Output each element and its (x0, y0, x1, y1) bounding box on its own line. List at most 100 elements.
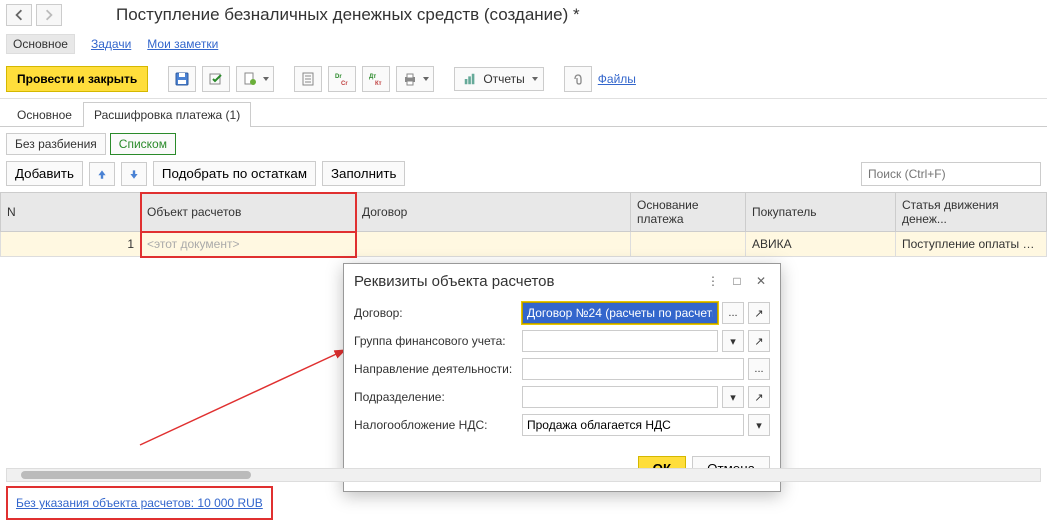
label-contract: Договор: (354, 306, 518, 320)
department-open-button[interactable]: ↗ (748, 386, 770, 408)
svg-text:Cr: Cr (341, 81, 348, 87)
vat-drop-button[interactable]: ▾ (748, 414, 770, 436)
dtkt-button[interactable]: DrCr (328, 66, 356, 92)
cell-obj-text: <этот документ> (147, 237, 239, 251)
add-button[interactable]: Добавить (6, 161, 83, 186)
arrow-up-icon (96, 168, 108, 180)
fill-button[interactable]: Заполнить (322, 161, 405, 186)
svg-text:Dr: Dr (335, 74, 342, 80)
cell-dog[interactable] (356, 232, 631, 257)
chevron-down-icon: ▾ (730, 335, 736, 348)
scroll-thumb[interactable] (21, 471, 251, 479)
mode-row: Без разбиения Списком (0, 127, 1047, 161)
ellipsis-icon: ... (728, 307, 737, 319)
cell-pok[interactable]: АВИКА (746, 232, 896, 257)
th-osn[interactable]: Основание платежа (631, 193, 746, 232)
popup-maximize-button[interactable]: □ (728, 272, 746, 290)
th-n[interactable]: N (1, 193, 141, 232)
cell-osn[interactable] (631, 232, 746, 257)
cell-stat[interactable]: Поступление оплаты от к... (896, 232, 1047, 257)
label-vat: Налогообложение НДС: (354, 418, 518, 432)
save-icon (174, 71, 190, 87)
th-pok[interactable]: Покупатель (746, 193, 896, 232)
fingroup-drop-button[interactable]: ▾ (722, 330, 744, 352)
cell-obj[interactable]: <этот документ> (141, 232, 356, 257)
popup-close-button[interactable]: ✕ (752, 272, 770, 290)
search-input[interactable] (861, 162, 1041, 186)
clip-icon (570, 71, 586, 87)
nav-link-notes[interactable]: Мои заметки (147, 37, 218, 51)
move-down-button[interactable] (121, 162, 147, 186)
mode-list[interactable]: Списком (110, 133, 176, 155)
document-icon (242, 71, 258, 87)
nav-link-main[interactable]: Основное (6, 34, 75, 54)
input-direction[interactable] (522, 358, 744, 380)
th-dog[interactable]: Договор (356, 193, 631, 232)
post-button[interactable] (202, 66, 230, 92)
action-row: Добавить Подобрать по остаткам Заполнить (0, 161, 1047, 192)
structure-button[interactable] (294, 66, 322, 92)
dtkt2-button[interactable]: ДтКт (362, 66, 390, 92)
contract-open-button[interactable]: ↗ (748, 302, 770, 324)
input-department[interactable] (522, 386, 718, 408)
attach-button[interactable] (564, 66, 592, 92)
label-fingroup: Группа финансового учета: (354, 334, 518, 348)
nav-link-tasks[interactable]: Задачи (91, 37, 131, 51)
post-and-close-button[interactable]: Провести и закрыть (6, 66, 148, 92)
page-title: Поступление безналичных денежных средств… (116, 5, 580, 25)
open-icon: ↗ (754, 335, 763, 348)
open-icon: ↗ (754, 307, 763, 320)
save-button[interactable] (168, 66, 196, 92)
dtkt-icon: ДтКт (368, 71, 384, 87)
tab-detail[interactable]: Расшифровка платежа (1) (83, 102, 251, 127)
sub-tabs: Основное Расшифровка платежа (1) (0, 101, 1047, 127)
th-stat[interactable]: Статья движения денеж... (896, 193, 1047, 232)
department-drop-button[interactable]: ▾ (722, 386, 744, 408)
print-icon (402, 71, 418, 87)
nav-links: Основное Задачи Мои заметки (0, 30, 1047, 60)
reports-button[interactable]: Отчеты (454, 67, 543, 91)
popup-title: Реквизиты объекта расчетов (354, 273, 698, 290)
arrow-left-icon (13, 9, 25, 21)
nav-back-button[interactable] (6, 4, 32, 26)
no-object-link[interactable]: Без указания объекта расчетов: 10 000 RU… (14, 494, 265, 512)
input-contract[interactable] (522, 302, 718, 324)
main-toolbar: Провести и закрыть DrCr ДтКт Отчеты Файл… (0, 60, 1047, 99)
post-icon (208, 71, 224, 87)
popup-more-button[interactable]: ⋮ (704, 272, 722, 290)
reports-label: Отчеты (483, 72, 524, 86)
details-popup: Реквизиты объекта расчетов ⋮ □ ✕ Договор… (343, 263, 781, 492)
direction-select-button[interactable]: ... (748, 358, 770, 380)
open-icon: ↗ (754, 391, 763, 404)
chevron-down-icon: ▾ (756, 419, 762, 432)
cell-n[interactable]: 1 (1, 232, 141, 257)
arrow-right-icon (43, 9, 55, 21)
mode-no-split[interactable]: Без разбиения (6, 133, 106, 155)
chart-icon (463, 72, 477, 86)
print-button[interactable] (396, 66, 434, 92)
tab-main[interactable]: Основное (6, 102, 83, 127)
nav-forward-button[interactable] (36, 4, 62, 26)
drcr-icon: DrCr (334, 71, 350, 87)
horizontal-scrollbar[interactable] (6, 468, 1041, 482)
move-up-button[interactable] (89, 162, 115, 186)
create-based-on-button[interactable] (236, 66, 274, 92)
label-direction: Направление деятельности: (354, 362, 518, 376)
arrow-down-icon (128, 168, 140, 180)
svg-text:Дт: Дт (369, 74, 376, 80)
pick-button[interactable]: Подобрать по остаткам (153, 161, 316, 186)
input-vat[interactable] (522, 414, 744, 436)
table-row[interactable]: 1 <этот документ> АВИКА Поступление опла… (1, 232, 1047, 257)
close-icon: ✕ (756, 274, 766, 288)
input-fingroup[interactable] (522, 330, 718, 352)
more-icon: ⋮ (707, 274, 719, 288)
svg-text:Кт: Кт (375, 81, 382, 87)
maximize-icon: □ (733, 274, 740, 288)
files-link[interactable]: Файлы (598, 72, 636, 86)
fingroup-open-button[interactable]: ↗ (748, 330, 770, 352)
th-obj[interactable]: Объект расчетов (141, 193, 356, 232)
payment-table: N Объект расчетов Договор Основание плат… (0, 192, 1047, 257)
ellipsis-icon: ... (754, 363, 763, 375)
contract-select-button[interactable]: ... (722, 302, 744, 324)
label-department: Подразделение: (354, 390, 518, 404)
